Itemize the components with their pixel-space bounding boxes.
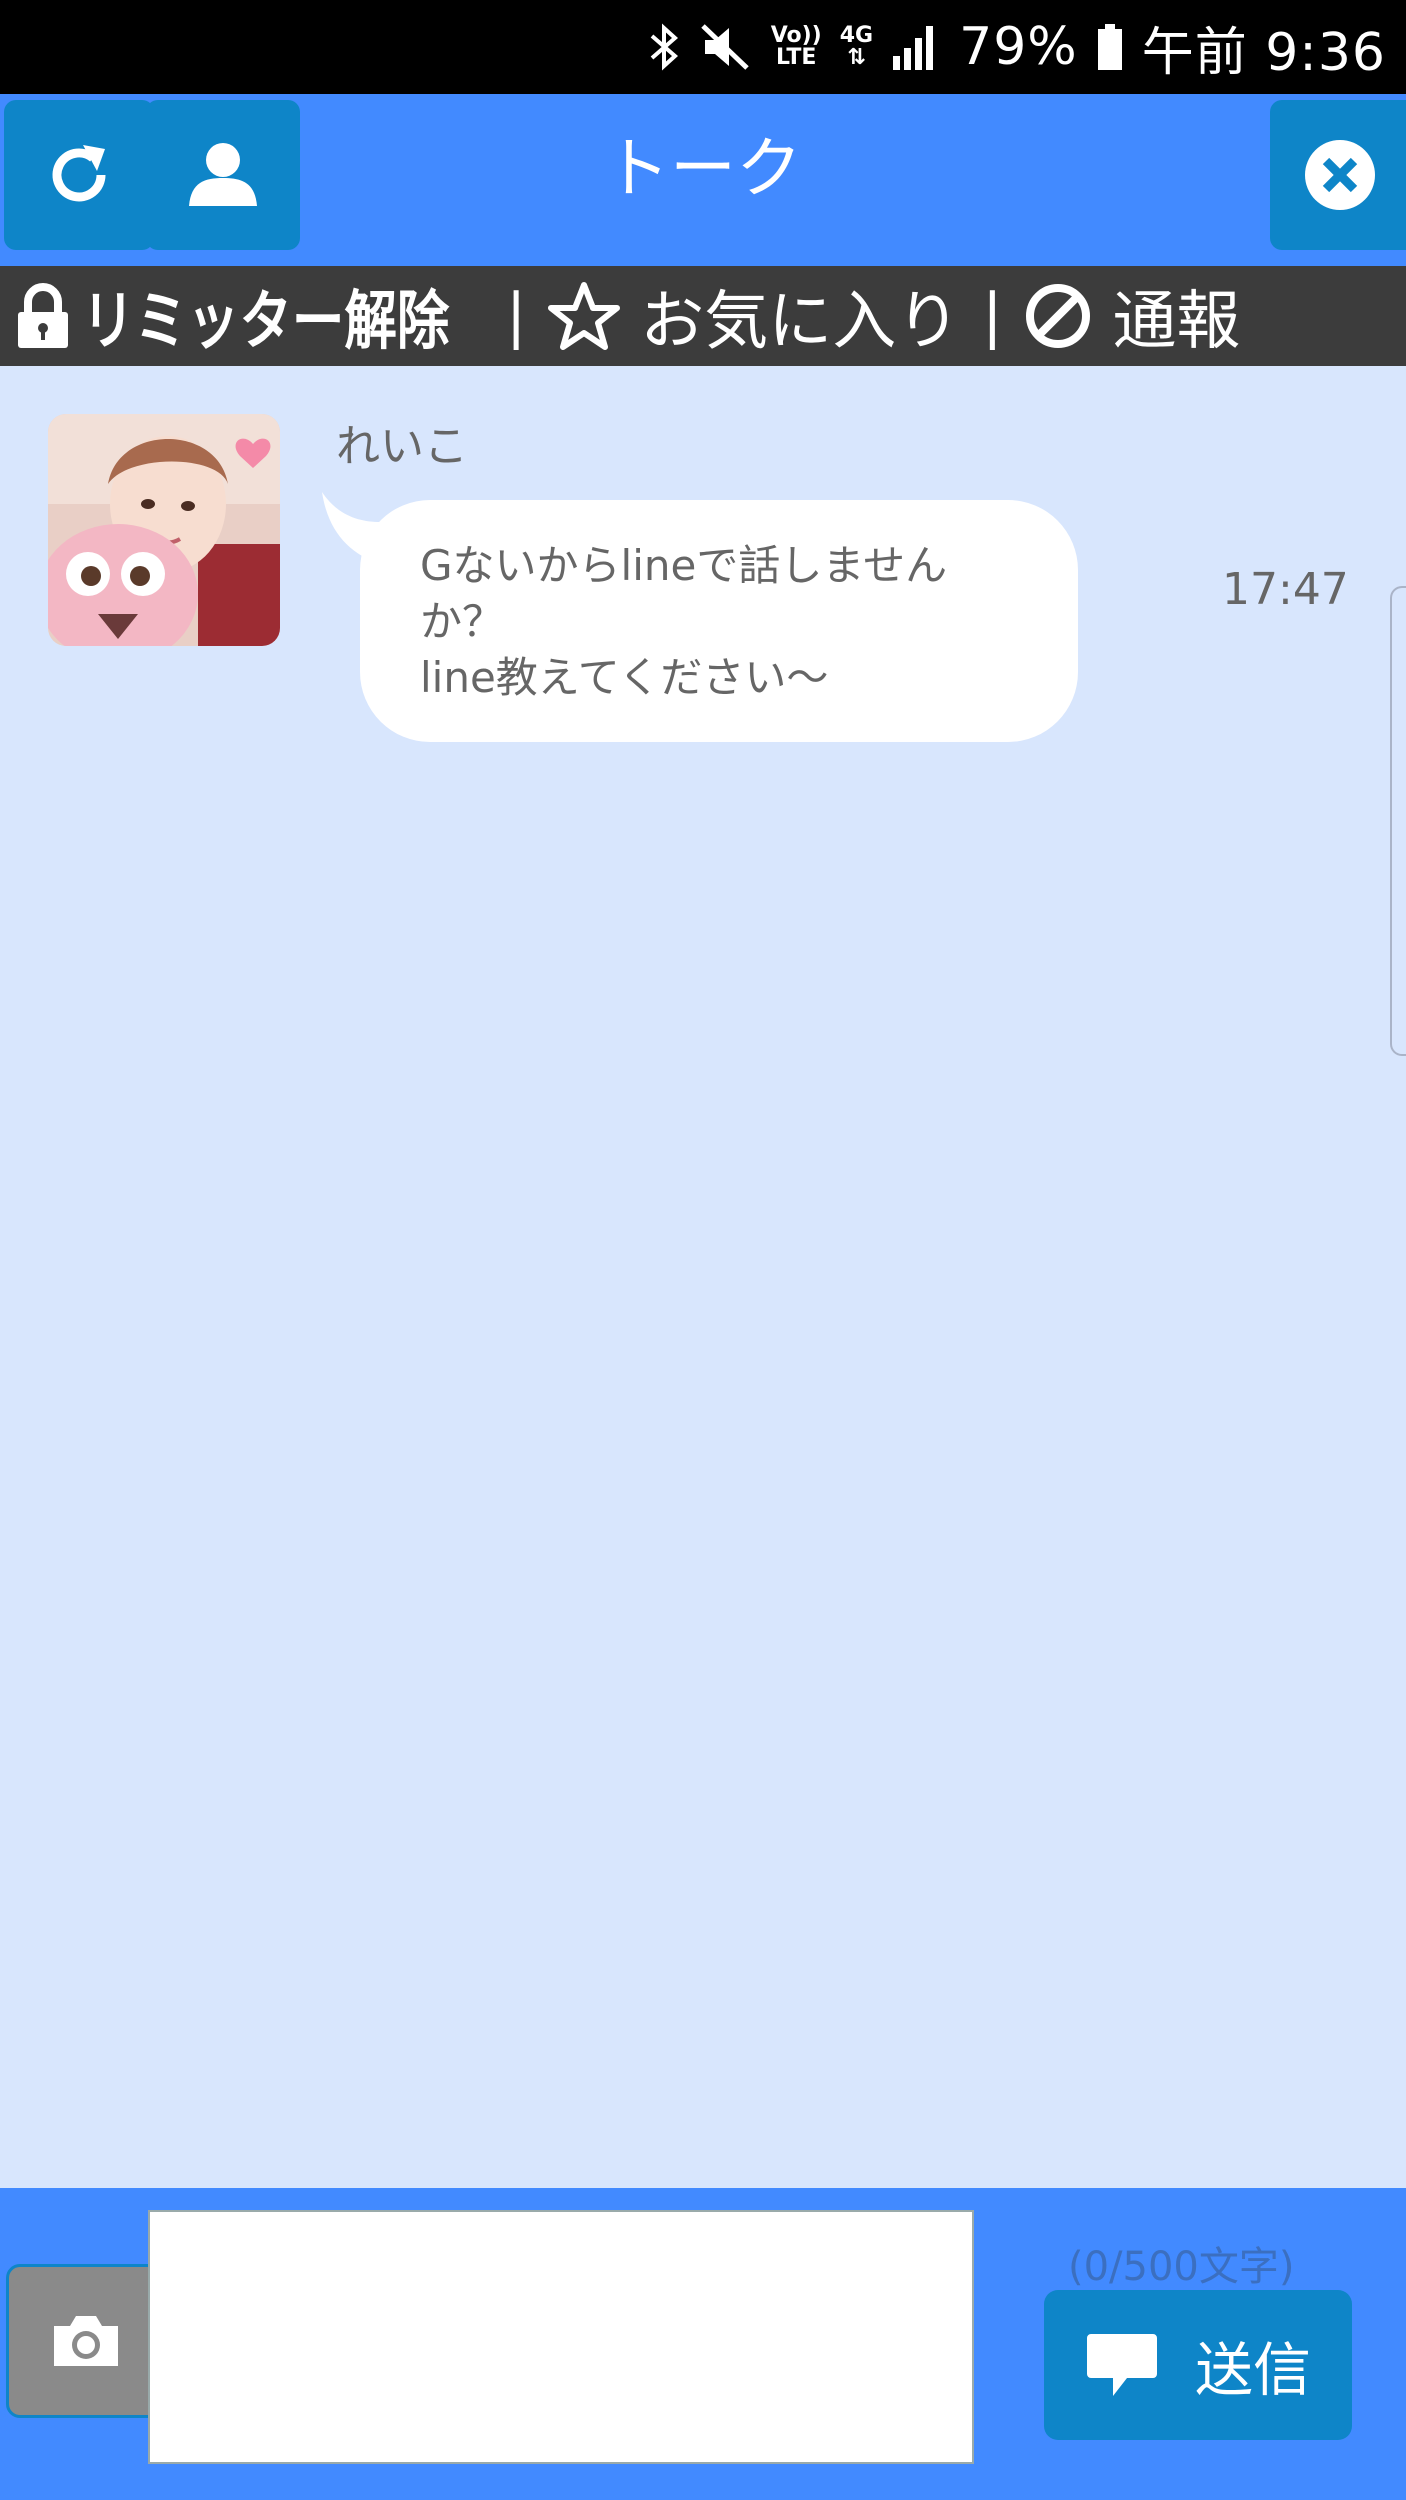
favorite-button[interactable]: お気に入り — [548, 270, 960, 362]
data-arrows-icon: ⇅ — [847, 45, 866, 70]
block-icon — [1026, 284, 1091, 348]
limiter-release-button[interactable]: リミッター解除 — [16, 270, 530, 362]
volte-label: Vo)) — [770, 23, 822, 48]
network-indicator: 4G ⇅ — [840, 25, 873, 69]
star-icon — [548, 282, 621, 350]
clock: 午前 9:36 — [1141, 22, 1386, 83]
favorite-label: お気に入り — [640, 285, 961, 359]
speech-bubble-icon — [1086, 2334, 1157, 2396]
message-time: 17:47 — [1222, 564, 1349, 615]
lte-label: LTE — [776, 45, 817, 70]
message-line: か？ — [420, 597, 505, 646]
close-icon — [1305, 140, 1375, 210]
status-icons: Vo)) LTE 4G ⇅ 79% 午前 9:36 — [647, 0, 1386, 94]
separator: | — [982, 281, 1003, 351]
volte-indicator: Vo)) LTE — [771, 25, 822, 69]
bluetooth-icon — [650, 23, 678, 71]
message-bubble: Gないからlineで話しません か？ line教えてください〜 — [360, 500, 1078, 742]
report-button[interactable]: 通報 — [1024, 270, 1240, 362]
signal-icon — [893, 26, 934, 70]
separator: | — [506, 281, 527, 351]
avatar[interactable] — [48, 414, 280, 646]
battery-icon — [1097, 24, 1122, 70]
lock-icon — [18, 283, 68, 348]
network-type: 4G — [839, 23, 874, 48]
camera-button[interactable] — [6, 2264, 166, 2418]
composer-bar: (0/500文字) 送信 — [0, 2188, 1406, 2500]
send-button[interactable]: 送信 — [1044, 2290, 1352, 2440]
send-label: 送信 — [1194, 2336, 1311, 2404]
limiter-release-label: リミッター解除 — [82, 285, 450, 359]
close-button[interactable] — [1270, 100, 1406, 250]
status-bar: Vo)) LTE 4G ⇅ 79% 午前 9:36 — [0, 0, 1406, 94]
avatar-photo — [48, 414, 280, 646]
message-line: Gないからlineで話しません — [420, 541, 948, 590]
app-header: トーク — [0, 94, 1406, 266]
page-title: トーク — [604, 130, 802, 207]
report-label: 通報 — [1112, 285, 1241, 359]
message-line: line教えてください〜 — [420, 653, 829, 702]
scroll-handle[interactable] — [1390, 586, 1406, 1056]
mute-icon — [700, 24, 749, 70]
battery-percent: 79% — [959, 17, 1078, 77]
message-input[interactable] — [148, 2210, 974, 2464]
camera-icon — [54, 2316, 118, 2366]
action-bar: リミッター解除 | お気に入り | 通報 — [0, 266, 1406, 366]
char-counter: (0/500文字) — [1068, 2244, 1295, 2290]
sender-name: れいこ — [336, 421, 468, 472]
